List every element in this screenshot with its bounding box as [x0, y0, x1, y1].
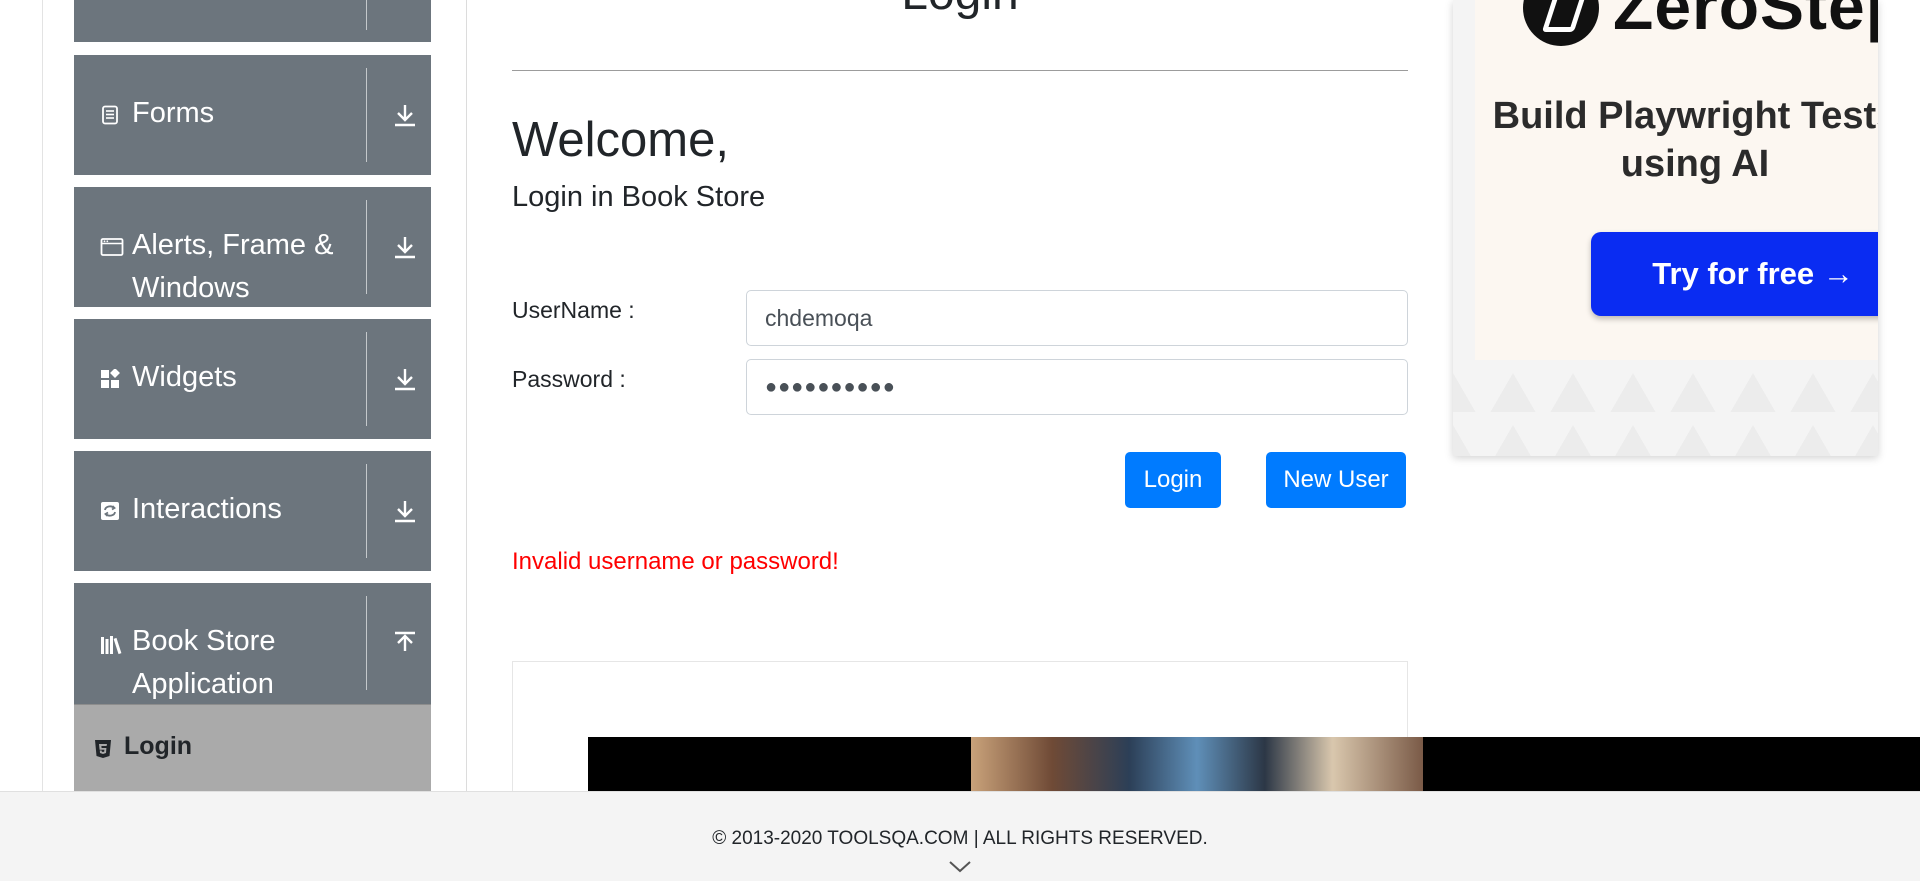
welcome-heading: Welcome,	[512, 113, 729, 167]
error-message: Invalid username or password!	[512, 548, 839, 575]
html5-icon	[95, 740, 111, 758]
sidebar-item-login[interactable]: Login	[74, 704, 431, 792]
window-icon	[100, 238, 124, 256]
upload-arrow-icon[interactable]	[392, 630, 418, 656]
ad-pattern	[1453, 360, 1878, 456]
sidebar-group-widgets[interactable]: Widgets	[74, 319, 431, 439]
group-divider	[366, 332, 367, 426]
book-store-icon	[101, 636, 122, 655]
chevron-down-icon[interactable]	[948, 860, 972, 874]
download-arrow-icon[interactable]	[392, 366, 418, 392]
sidebar-group-book-store-application[interactable]: Book Store Application	[74, 583, 431, 705]
sidebar-group-label: Forms	[132, 97, 215, 129]
ad-headline: Build Playwright Tests using AI	[1492, 95, 1878, 185]
video-player[interactable]	[588, 737, 1920, 791]
download-arrow-icon[interactable]	[392, 234, 418, 260]
sidebar-group-label: Book Store Application	[132, 625, 276, 700]
group-divider	[366, 464, 367, 558]
try-for-free-button[interactable]: Try for free →	[1591, 232, 1878, 316]
download-arrow-icon[interactable]	[392, 498, 418, 524]
username-label: UserName :	[512, 297, 635, 323]
sidebar-group-partial[interactable]	[74, 0, 431, 42]
sidebar-group-label: Alerts, Frame & Windows	[132, 229, 334, 304]
left-panel: Forms Alerts, Frame & Windows Widgets In…	[0, 0, 467, 792]
username-input[interactable]	[746, 290, 1408, 346]
footer-copyright: © 2013-2020 TOOLSQA.COM | ALL RIGHTS RES…	[712, 828, 1208, 849]
login-subtitle: Login in Book Store	[512, 181, 766, 213]
forms-icon	[102, 105, 118, 125]
video-thumbnail	[971, 737, 1423, 791]
ad-banner[interactable]: ZeroStep Build Playwright Tests using AI…	[1453, 0, 1878, 456]
sidebar-group-label: Widgets	[132, 361, 237, 393]
group-divider	[366, 200, 367, 294]
group-divider	[366, 0, 367, 30]
sidebar-group-forms[interactable]: Forms	[74, 55, 431, 175]
password-input[interactable]: ●●●●●●●●●●	[746, 359, 1408, 415]
download-arrow-icon[interactable]	[392, 102, 418, 128]
header-divider	[512, 70, 1408, 71]
ad-content: ZeroStep Build Playwright Tests using AI…	[1475, 0, 1878, 360]
ad-brand: ZeroStep	[1613, 0, 1878, 43]
group-divider	[366, 596, 367, 690]
widgets-icon	[101, 369, 120, 388]
login-button[interactable]: Login	[1125, 452, 1221, 508]
page-title: Login	[512, 0, 1408, 21]
zerostep-logo-icon	[1523, 0, 1599, 46]
sidebar-group-alerts-frame-windows[interactable]: Alerts, Frame & Windows	[74, 187, 431, 307]
interactions-icon	[101, 502, 119, 520]
group-divider	[366, 68, 367, 162]
sidebar-group-label: Interactions	[132, 493, 282, 525]
new-user-button[interactable]: New User	[1266, 452, 1406, 508]
password-label: Password :	[512, 366, 626, 392]
sidebar-group-interactions[interactable]: Interactions	[74, 451, 431, 571]
sidebar-item-label: Login	[124, 732, 193, 760]
left-rail-divider	[42, 0, 43, 791]
